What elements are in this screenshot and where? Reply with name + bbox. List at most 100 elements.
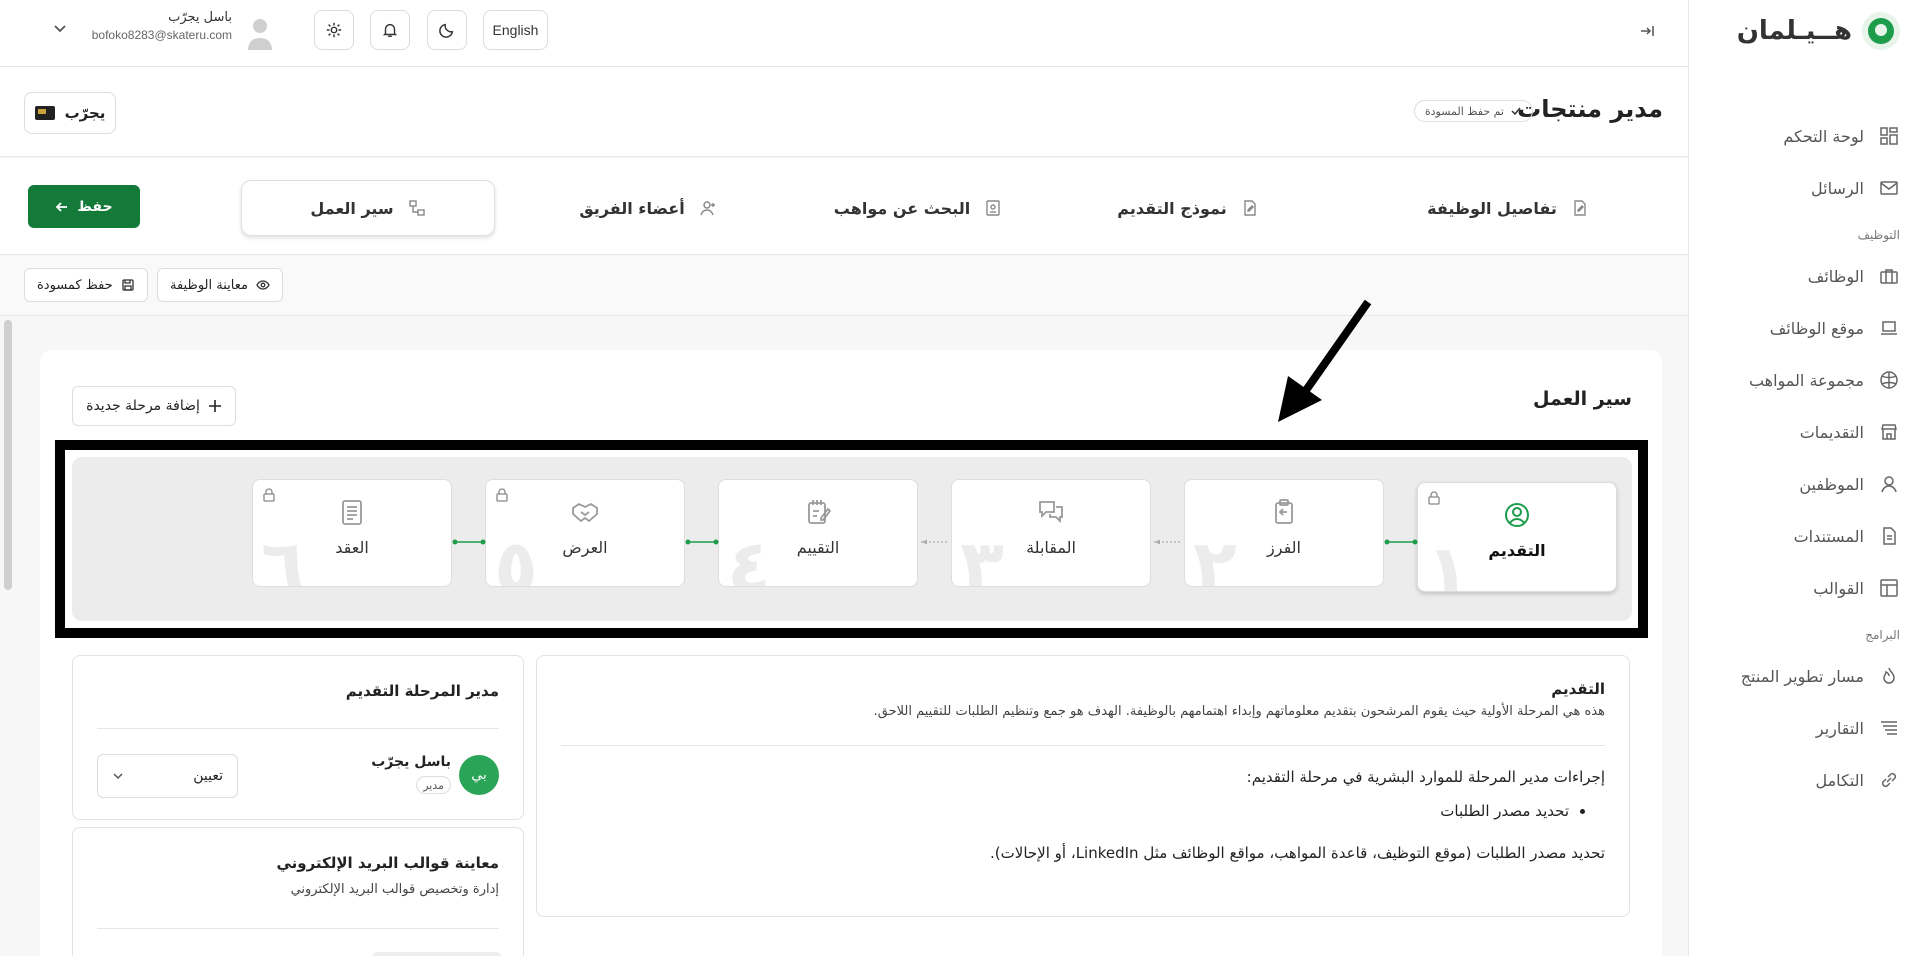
stage-manager-title: مدير المرحلة التقديم [345,682,499,700]
stage-detail-footer: تحديد مصدر الطلبات (موقع التوظيف، قاعدة … [990,844,1605,862]
brand-logo [1862,12,1900,50]
sidebar-item-label: التقارير [1815,718,1864,738]
tab-team-members[interactable]: أعضاء الفريق [548,180,748,236]
flame-icon [1878,665,1900,687]
nav-section-programs: البرامج [1865,628,1900,642]
stage-detail-title: التقديم [1551,680,1605,698]
tab-label: نموذج التقديم [1117,198,1227,218]
sidebar-item-reports[interactable]: التقارير [1688,702,1920,754]
sidebar-item-employees[interactable]: الموظفين [1688,458,1920,510]
save-draft-button[interactable]: حفظ كمسودة [24,268,148,302]
sidebar-item-talent-pool[interactable]: مجموعة المواهب [1688,354,1920,406]
company-switcher[interactable]: يجرّب [24,92,116,134]
bell-icon [381,21,399,39]
collapse-sidebar-icon[interactable] [1636,20,1658,42]
stage-actions-list: تحديد مصدر الطلبات [561,802,1569,820]
stage-card-contract[interactable]: ٦ العقد [252,479,452,587]
user-info[interactable]: باسل يجرّب bofoko8283@skateru.com [88,10,232,42]
gear-icon [325,21,343,39]
check-icon [1510,105,1522,117]
sidebar-item-label: القوالب [1813,578,1864,598]
sidebar-item-job-site[interactable]: موقع الوظائف [1688,302,1920,354]
manager-name: باسل يجرّب [371,754,451,770]
stage-card-screening[interactable]: ٢ الفرز [1184,479,1384,587]
language-button[interactable]: English [483,10,548,50]
preview-job-button[interactable]: معاينة الوظيفة [157,268,283,302]
stage-label: المقابلة [1026,538,1076,557]
stage-actions-heading: إجراءات مدير المرحلة للموارد البشرية في … [1246,768,1605,786]
handshake-icon [571,498,599,526]
talent-pool-icon [1878,369,1900,391]
stage-connector [1154,539,1182,545]
tab-label: تفاصيل الوظيفة [1427,198,1557,218]
avatar: بي [459,755,499,795]
sidebar-item-dashboard[interactable]: لوحة التحكم [1688,110,1920,162]
stage-connector [685,539,719,545]
email-templates-subtitle: إدارة وتخصيص قوالب البريد الإلكتروني [290,882,499,897]
draft-badge-label: تم حفظ المسودة [1424,104,1504,118]
notifications-button[interactable] [370,10,410,50]
stage-card-evaluation[interactable]: ٤ التقييم [718,479,918,587]
sidebar-item-label: لوحة التحكم [1783,126,1864,146]
stage-label: التقييم [796,538,840,557]
sidebar-item-templates[interactable]: القوالب [1688,562,1920,614]
email-templates-card: معاينة قوالب البريد الإلكتروني إدارة وتخ… [72,827,524,956]
sidebar-item-label: الوظائف [1807,266,1864,286]
link-icon [1878,769,1900,791]
scrollbar[interactable] [4,320,12,590]
user-icon [1878,473,1900,495]
sidebar-item-label: مجموعة المواهب [1748,370,1864,390]
stage-description-card: التقديم هذه هي المرحلة الأولية حيث يقوم … [536,655,1630,917]
stage-manager-card: مدير المرحلة التقديم بي باسل يجرّب مدير … [72,655,524,820]
list-item: تحديد مصدر الطلبات [561,802,1569,820]
brand[interactable]: هــيـلمان [1737,12,1900,50]
nav-section-hiring: التوظيف [1857,228,1900,242]
stage-card-application[interactable]: ١ التقديم [1417,482,1617,592]
moon-icon [438,21,456,39]
assign-select[interactable]: تعيين [97,754,238,798]
notepad-edit-icon [804,498,832,526]
tab-label: سير العمل [310,198,394,218]
dark-mode-button[interactable] [427,10,467,50]
contract-icon [338,498,366,526]
chevron-down-icon[interactable] [50,18,70,38]
tab-application-form[interactable]: نموذج التقديم [1088,180,1288,236]
user-avatar[interactable] [245,16,275,50]
sidebar-item-messages[interactable]: الرسائل [1688,162,1920,214]
sidebar-item-integration[interactable]: التكامل [1688,754,1920,806]
lock-icon [1428,491,1440,505]
tab-job-details[interactable]: تفاصيل الوظيفة [1408,180,1608,236]
sidebar-item-label: التكامل [1815,770,1864,790]
stage-card-interview[interactable]: ٣ المقابلة [951,479,1151,587]
save-button[interactable]: حفظ [28,185,140,228]
sidebar-item-label: موقع الوظائف [1769,318,1864,338]
sidebar-item-label: المستندات [1793,526,1864,546]
arrow-left-icon [55,200,69,214]
assign-select-value: تعيين [193,768,223,784]
add-stage-button[interactable]: إضافة مرحلة جديدة [72,386,236,426]
save-button-label: حفظ [77,198,113,215]
stage-detail-description: هذه هي المرحلة الأولية حيث يقوم المرشحون… [873,704,1605,719]
user-circle-icon [1503,501,1531,529]
sidebar-item-applications[interactable]: التقديمات [1688,406,1920,458]
job-tabs: تفاصيل الوظيفة نموذج التقديم البحث عن مو… [0,158,1688,255]
chat-icon [1037,498,1065,526]
side-nav: لوحة التحكم الرسائل التوظيف الوظائف موقع… [1688,110,1920,806]
tab-talent-search[interactable]: البحث عن مواهب [818,180,1018,236]
brand-name: هــيـلمان [1736,16,1852,46]
role-badge: مدير [416,776,451,794]
briefcase-icon [1878,265,1900,287]
settings-button[interactable] [314,10,354,50]
stage-label: التقديم [1488,541,1546,560]
sidebar-item-jobs[interactable]: الوظائف [1688,250,1920,302]
stage-card-offer[interactable]: ٥ العرض [485,479,685,587]
mail-icon [1878,177,1900,199]
tab-workflow[interactable]: سير العمل [241,180,495,236]
stage-connector [1384,539,1418,545]
stage-label: العرض [562,538,608,557]
dashboard-icon [1878,125,1900,147]
sidebar-item-documents[interactable]: المستندات [1688,510,1920,562]
sidebar-item-product-track[interactable]: مسار تطوير المنتج [1688,650,1920,702]
clipboard-icon [1270,498,1298,526]
add-stage-label: إضافة مرحلة جديدة [86,398,200,414]
